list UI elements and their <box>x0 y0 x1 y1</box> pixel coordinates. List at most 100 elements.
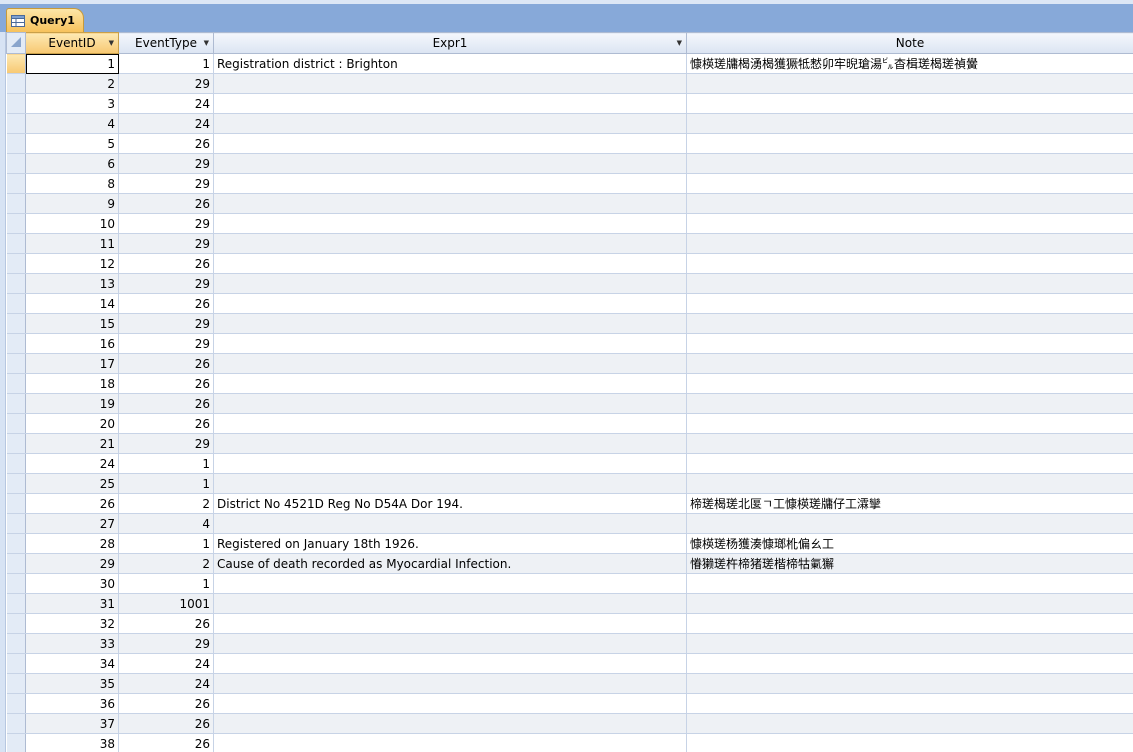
cell-expr1[interactable] <box>213 693 687 714</box>
column-header-expr1[interactable]: Expr1 ▼ <box>213 32 687 54</box>
cell-note[interactable] <box>686 733 1133 752</box>
cell-eventid[interactable]: 3 <box>25 93 119 114</box>
cell-eventid[interactable]: 15 <box>25 313 119 334</box>
cell-expr1[interactable] <box>213 613 687 634</box>
cell-note[interactable] <box>686 253 1133 274</box>
cell-note[interactable] <box>686 573 1133 594</box>
cell-note[interactable] <box>686 373 1133 394</box>
record-selector[interactable] <box>6 733 26 752</box>
cell-eventtype[interactable]: 29 <box>118 233 214 254</box>
cell-note[interactable] <box>686 73 1133 94</box>
cell-eventtype[interactable]: 24 <box>118 113 214 134</box>
cell-expr1[interactable] <box>213 93 687 114</box>
cell-expr1[interactable] <box>213 333 687 354</box>
cell-eventid[interactable]: 32 <box>25 613 119 634</box>
record-selector[interactable] <box>6 453 26 474</box>
record-selector[interactable] <box>6 53 26 74</box>
table-row[interactable]: 1 1 Registration district : Brighton 慷楧瑳牗楬湧… <box>6 53 1133 74</box>
record-selector[interactable] <box>6 153 26 174</box>
table-row[interactable]: 6 29 <box>6 153 1133 174</box>
cell-eventid[interactable]: 9 <box>25 193 119 214</box>
cell-note[interactable] <box>686 653 1133 674</box>
table-row[interactable]: 11 29 <box>6 233 1133 254</box>
table-row[interactable]: 37 26 <box>6 713 1133 734</box>
cell-expr1[interactable] <box>213 153 687 174</box>
cell-eventtype[interactable]: 29 <box>118 633 214 654</box>
column-header-eventtype[interactable]: EventType ▼ <box>118 32 214 54</box>
cell-eventid[interactable]: 30 <box>25 573 119 594</box>
cell-note[interactable] <box>686 673 1133 694</box>
record-selector[interactable] <box>6 93 26 114</box>
table-row[interactable]: 10 29 <box>6 213 1133 234</box>
cell-note[interactable]: 慷楧瑳牗楬湧楬獲獗牴慭卯牢晲瑲湯㌱杳楫瑳楬瑳禎黌 <box>686 53 1133 74</box>
cell-note[interactable] <box>686 693 1133 714</box>
cell-expr1[interactable] <box>213 213 687 234</box>
record-selector[interactable] <box>6 433 26 454</box>
cell-note[interactable] <box>686 93 1133 114</box>
cell-expr1[interactable] <box>213 193 687 214</box>
cell-expr1[interactable] <box>213 113 687 134</box>
cell-eventid[interactable]: 5 <box>25 133 119 154</box>
cell-eventtype[interactable]: 24 <box>118 653 214 674</box>
record-selector[interactable] <box>6 473 26 494</box>
cell-expr1[interactable] <box>213 473 687 494</box>
table-row[interactable]: 25 1 <box>6 473 1133 494</box>
cell-note[interactable] <box>686 593 1133 614</box>
cell-eventid[interactable]: 36 <box>25 693 119 714</box>
record-selector[interactable] <box>6 273 26 294</box>
cell-expr1[interactable] <box>213 73 687 94</box>
cell-eventid[interactable]: 19 <box>25 393 119 414</box>
cell-eventtype[interactable]: 1 <box>118 453 214 474</box>
cell-expr1[interactable] <box>213 633 687 654</box>
cell-note[interactable]: 慻獭瑳杵楴猪瑳楷楴牯氭獬 <box>686 553 1133 574</box>
cell-expr1[interactable] <box>213 253 687 274</box>
cell-eventid[interactable]: 2 <box>25 73 119 94</box>
table-row[interactable]: 2 29 <box>6 73 1133 94</box>
table-row[interactable]: 34 24 <box>6 653 1133 674</box>
record-selector[interactable] <box>6 713 26 734</box>
cell-eventtype[interactable]: 29 <box>118 273 214 294</box>
table-row[interactable]: 29 2 Cause of death recorded as Myocardial… <box>6 553 1133 574</box>
cell-expr1[interactable]: Registered on January 18th 1926. <box>213 533 687 554</box>
cell-eventtype[interactable]: 29 <box>118 313 214 334</box>
cell-eventid[interactable]: 16 <box>25 333 119 354</box>
record-selector[interactable] <box>6 353 26 374</box>
cell-expr1[interactable] <box>213 453 687 474</box>
record-selector[interactable] <box>6 173 26 194</box>
table-row[interactable]: 38 26 <box>6 733 1133 752</box>
cell-note[interactable] <box>686 353 1133 374</box>
table-row[interactable]: 30 1 <box>6 573 1133 594</box>
table-row[interactable]: 36 26 <box>6 693 1133 714</box>
cell-eventtype[interactable]: 2 <box>118 553 214 574</box>
cell-eventid[interactable]: 6 <box>25 153 119 174</box>
table-row[interactable]: 18 26 <box>6 373 1133 394</box>
record-selector[interactable] <box>6 293 26 314</box>
cell-expr1[interactable]: Cause of death recorded as Myocardial In… <box>213 553 687 574</box>
record-selector[interactable] <box>6 633 26 654</box>
cell-eventid[interactable]: 20 <box>25 413 119 434</box>
record-selector[interactable] <box>6 553 26 574</box>
record-selector[interactable] <box>6 653 26 674</box>
cell-eventid[interactable]: 38 <box>25 733 119 752</box>
record-selector[interactable] <box>6 513 26 534</box>
cell-note[interactable] <box>686 213 1133 234</box>
cell-note[interactable]: 楴瑳楬瑳北匽ㄱ⼯慷楧瑳牗仔⼯瀮攣 <box>686 493 1133 514</box>
cell-note[interactable] <box>686 333 1133 354</box>
cell-eventtype[interactable]: 2 <box>118 493 214 514</box>
cell-eventtype[interactable]: 26 <box>118 253 214 274</box>
cell-expr1[interactable] <box>213 413 687 434</box>
cell-note[interactable] <box>686 153 1133 174</box>
table-row[interactable]: 3 24 <box>6 93 1133 114</box>
cell-eventtype[interactable]: 26 <box>118 393 214 414</box>
cell-expr1[interactable] <box>213 673 687 694</box>
record-selector[interactable] <box>6 533 26 554</box>
table-row[interactable]: 31 1001 <box>6 593 1133 614</box>
record-selector[interactable] <box>6 193 26 214</box>
cell-note[interactable] <box>686 513 1133 534</box>
cell-eventtype[interactable]: 1 <box>118 53 214 74</box>
cell-eventtype[interactable]: 1 <box>118 533 214 554</box>
cell-eventid[interactable]: 33 <box>25 633 119 654</box>
cell-eventid[interactable]: 37 <box>25 713 119 734</box>
cell-eventtype[interactable]: 29 <box>118 173 214 194</box>
record-selector[interactable] <box>6 413 26 434</box>
